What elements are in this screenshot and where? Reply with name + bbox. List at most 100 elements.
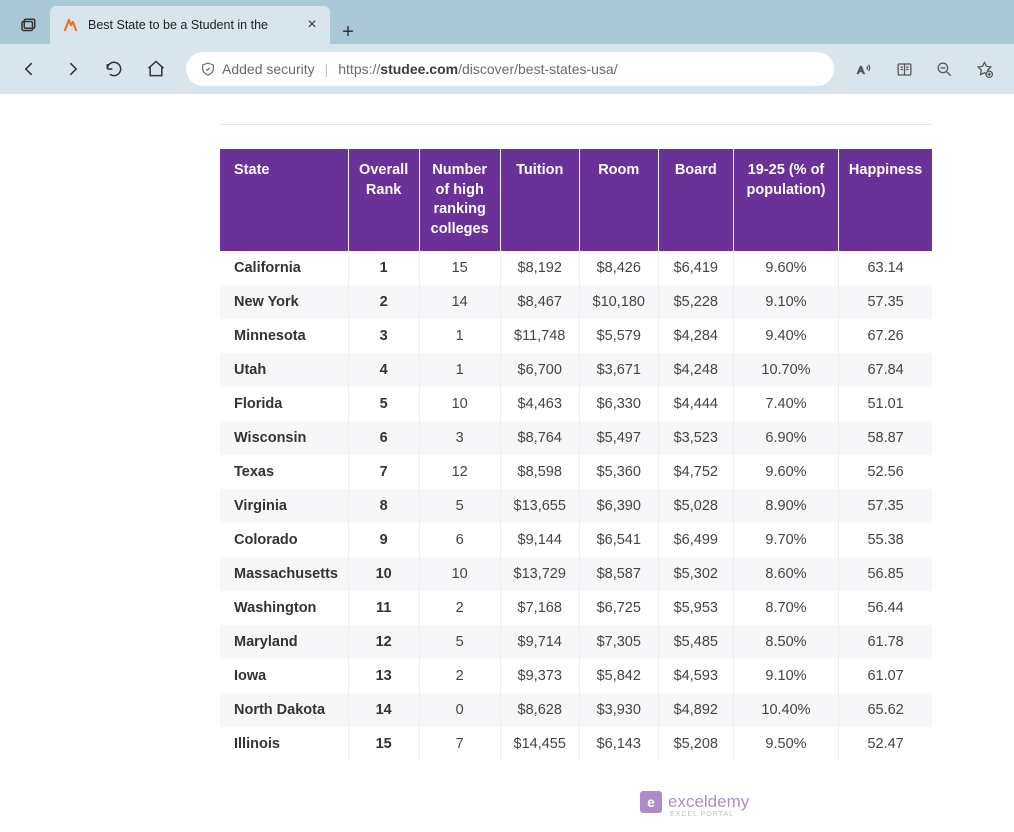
cell-happy: 61.07 [839,659,932,693]
column-header[interactable]: Board [658,149,733,251]
cell-rank: 4 [348,353,419,387]
cell-tuition: $8,467 [500,285,579,319]
address-bar[interactable]: Added security | https://studee.com/disc… [186,52,834,86]
cell-room: $5,360 [579,455,658,489]
cell-tuition: $8,764 [500,421,579,455]
close-icon[interactable]: × [304,17,320,33]
cell-happy: 58.87 [839,421,932,455]
svg-text:A: A [857,65,864,76]
cell-state: Colorado [220,523,348,557]
cell-happy: 67.84 [839,353,932,387]
cell-board: $6,499 [658,523,733,557]
table-row: North Dakota140$8,628$3,930$4,89210.40%6… [220,693,932,727]
cell-rank: 12 [348,625,419,659]
column-header[interactable]: 19-25 (% of population) [733,149,838,251]
tabs-overview-button[interactable] [6,8,50,44]
cell-room: $5,579 [579,319,658,353]
back-button[interactable] [12,51,48,87]
browser-chrome: Best State to be a Student in the × + Ad… [0,0,1014,94]
cell-rank: 14 [348,693,419,727]
new-tab-button[interactable]: + [330,21,366,44]
browser-tab-active[interactable]: Best State to be a Student in the × [50,6,330,44]
cell-state: Iowa [220,659,348,693]
cell-colleges: 12 [419,455,500,489]
browser-toolbar: Added security | https://studee.com/disc… [0,44,1014,94]
cell-pop: 7.40% [733,387,838,421]
table-row: California115$8,192$8,426$6,4199.60%63.1… [220,251,932,285]
cell-happy: 52.56 [839,455,932,489]
table-row: Florida510$4,463$6,330$4,4447.40%51.01 [220,387,932,421]
forward-button[interactable] [54,51,90,87]
cell-rank: 13 [348,659,419,693]
cell-room: $3,930 [579,693,658,727]
cell-board: $4,444 [658,387,733,421]
cell-state: New York [220,285,348,319]
cell-tuition: $8,192 [500,251,579,285]
cell-colleges: 10 [419,557,500,591]
cell-state: Utah [220,353,348,387]
cell-room: $6,390 [579,489,658,523]
cell-state: Illinois [220,727,348,761]
cell-board: $5,228 [658,285,733,319]
cell-colleges: 15 [419,251,500,285]
cell-room: $7,305 [579,625,658,659]
zoom-out-icon[interactable] [926,51,962,87]
cell-board: $5,302 [658,557,733,591]
reader-mode-icon[interactable] [886,51,922,87]
cell-happy: 67.26 [839,319,932,353]
cell-happy: 55.38 [839,523,932,557]
column-header[interactable]: Tuition [500,149,579,251]
favicon-icon [62,17,78,33]
cell-colleges: 1 [419,353,500,387]
favorites-icon[interactable] [966,51,1002,87]
table-row: Virginia85$13,655$6,390$5,0288.90%57.35 [220,489,932,523]
cell-happy: 56.44 [839,591,932,625]
cell-state: Texas [220,455,348,489]
cell-room: $5,842 [579,659,658,693]
cell-tuition: $6,700 [500,353,579,387]
column-header[interactable]: Overall Rank [348,149,419,251]
table-header: StateOverall RankNumber of high ranking … [220,149,932,251]
table-row: Wisconsin63$8,764$5,497$3,5236.90%58.87 [220,421,932,455]
home-button[interactable] [138,51,174,87]
cell-board: $4,284 [658,319,733,353]
column-header[interactable]: Room [579,149,658,251]
tab-strip: Best State to be a Student in the × + [0,0,1014,44]
cell-colleges: 2 [419,659,500,693]
cell-happy: 56.85 [839,557,932,591]
cell-happy: 63.14 [839,251,932,285]
cell-room: $3,671 [579,353,658,387]
cell-tuition: $14,455 [500,727,579,761]
cell-state: Massachusetts [220,557,348,591]
cell-board: $6,419 [658,251,733,285]
cell-pop: 9.60% [733,455,838,489]
column-header[interactable]: Number of high ranking colleges [419,149,500,251]
cell-colleges: 1 [419,319,500,353]
cell-rank: 1 [348,251,419,285]
cell-room: $6,330 [579,387,658,421]
table-row: Washington112$7,168$6,725$5,9538.70%56.4… [220,591,932,625]
read-aloud-icon[interactable]: A [846,51,882,87]
security-indicator[interactable]: Added security [200,61,315,77]
shield-icon [200,61,216,77]
cell-board: $4,593 [658,659,733,693]
table-row: Maryland125$9,714$7,305$5,4858.50%61.78 [220,625,932,659]
cell-tuition: $13,655 [500,489,579,523]
cell-pop: 8.50% [733,625,838,659]
table-row: Minnesota31$11,748$5,579$4,2849.40%67.26 [220,319,932,353]
column-header[interactable]: State [220,149,348,251]
cell-pop: 9.10% [733,285,838,319]
cell-colleges: 10 [419,387,500,421]
column-header[interactable]: Happiness [839,149,932,251]
cell-rank: 11 [348,591,419,625]
cell-tuition: $8,598 [500,455,579,489]
cell-colleges: 7 [419,727,500,761]
tab-title: Best State to be a Student in the [88,18,294,32]
cell-happy: 65.62 [839,693,932,727]
cell-pop: 8.70% [733,591,838,625]
cell-board: $5,953 [658,591,733,625]
cell-room: $8,426 [579,251,658,285]
cell-tuition: $9,144 [500,523,579,557]
refresh-button[interactable] [96,51,132,87]
cell-tuition: $13,729 [500,557,579,591]
